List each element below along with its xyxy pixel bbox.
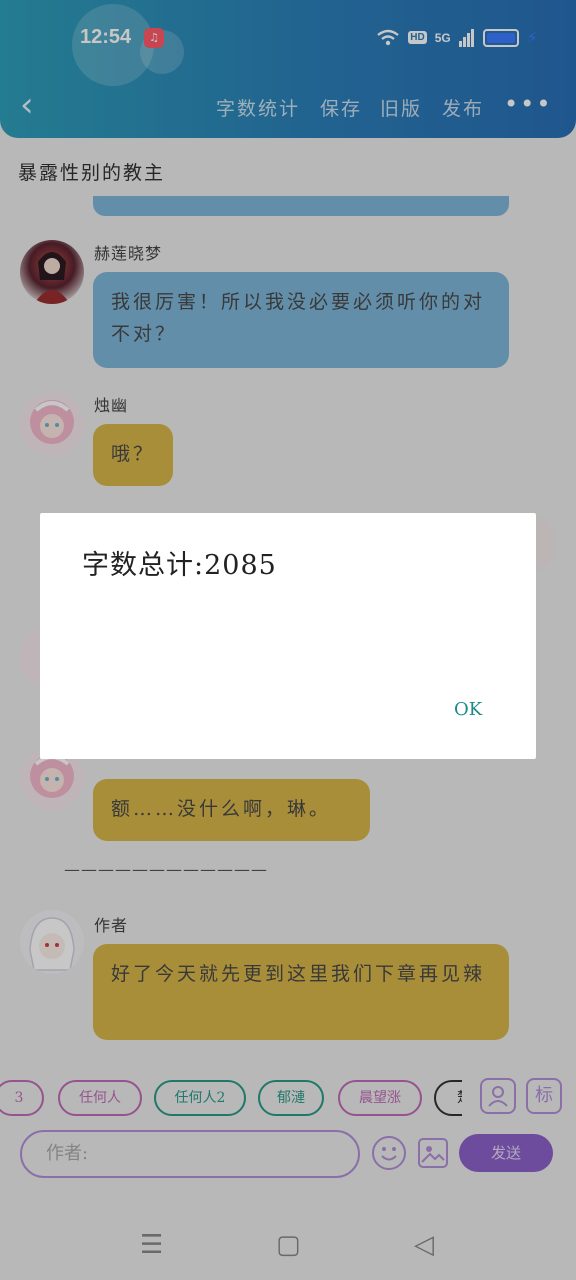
dialog-message: 字数总计:2085 <box>82 550 277 581</box>
word-count-dialog: 字数总计:2085 OK <box>40 513 536 759</box>
ok-button[interactable]: OK <box>454 699 482 720</box>
